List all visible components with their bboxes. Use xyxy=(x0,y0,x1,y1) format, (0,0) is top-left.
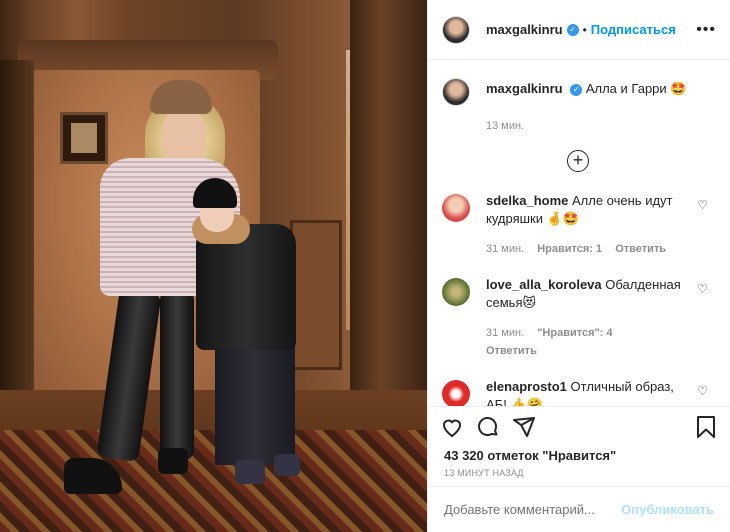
comment-input[interactable] xyxy=(444,502,622,517)
comment-avatar[interactable] xyxy=(442,194,470,222)
caption-avatar[interactable] xyxy=(442,78,470,106)
verified-icon: ✓ xyxy=(566,23,579,36)
reply-button[interactable]: Ответить xyxy=(486,345,537,357)
post-side-panel: maxgalkinru ✓ • Подписаться ••• maxgalki… xyxy=(427,0,730,532)
comment-username[interactable]: love_alla_koroleva xyxy=(486,277,602,292)
verified-icon: ✓ xyxy=(570,83,583,96)
reply-button[interactable]: Ответить xyxy=(615,243,666,255)
comment-icon[interactable] xyxy=(476,415,500,439)
like-comment-icon[interactable]: ♡ xyxy=(697,198,708,212)
follow-button[interactable]: Подписаться xyxy=(591,22,676,37)
comment-item: elenaprosto1 Отличный образ, АБ! 👍🤗 ♡ xyxy=(442,378,714,406)
load-more-icon[interactable]: + xyxy=(567,150,589,172)
caption-time[interactable]: 13 мин. xyxy=(486,120,714,132)
bookmark-icon[interactable] xyxy=(694,415,718,439)
publish-button[interactable]: Опубликовать xyxy=(621,502,714,517)
heart-icon[interactable] xyxy=(440,415,464,439)
post-timestamp[interactable]: 13 минут назад xyxy=(428,466,730,486)
author-avatar[interactable] xyxy=(442,15,470,44)
like-comment-icon[interactable]: ♡ xyxy=(697,282,708,296)
comments-list[interactable]: maxgalkinru ✓ Алла и Гарри 🤩 13 мин. + s… xyxy=(428,60,730,406)
separator-dot: • xyxy=(582,22,587,37)
share-icon[interactable] xyxy=(512,415,536,439)
more-icon[interactable]: ••• xyxy=(696,21,716,39)
likes-count[interactable]: 43 320 отметок "Нравится" xyxy=(428,446,730,466)
action-bar xyxy=(428,406,730,446)
comment-avatar[interactable] xyxy=(442,380,470,406)
caption-text: Алла и Гарри 🤩 xyxy=(585,81,687,96)
post-header: maxgalkinru ✓ • Подписаться ••• xyxy=(428,0,730,60)
comment-item: love_alla_koroleva Обалденная семья😻 31 … xyxy=(442,276,714,360)
comment-username[interactable]: elenaprosto1 xyxy=(486,379,567,394)
comment-likes[interactable]: "Нравится": 4 xyxy=(537,327,612,339)
post-photo[interactable] xyxy=(0,0,427,532)
add-comment-bar: Опубликовать xyxy=(428,486,730,532)
instagram-post: maxgalkinru ✓ • Подписаться ••• maxgalki… xyxy=(0,0,730,532)
caption-username[interactable]: maxgalkinru xyxy=(486,81,563,96)
comment-time[interactable]: 31 мин. xyxy=(486,243,524,255)
comment-username[interactable]: sdelka_home xyxy=(486,193,568,208)
comment-likes[interactable]: Нравится: 1 xyxy=(537,243,602,255)
comment-item: sdelka_home Алле очень идут кудряшки 🤞🤩 … xyxy=(442,192,714,258)
comment-time[interactable]: 31 мин. xyxy=(486,327,524,339)
author-username[interactable]: maxgalkinru xyxy=(486,22,563,37)
like-comment-icon[interactable]: ♡ xyxy=(697,384,708,398)
comment-avatar[interactable] xyxy=(442,278,470,306)
post-caption: maxgalkinru ✓ Алла и Гарри 🤩 xyxy=(442,74,714,106)
